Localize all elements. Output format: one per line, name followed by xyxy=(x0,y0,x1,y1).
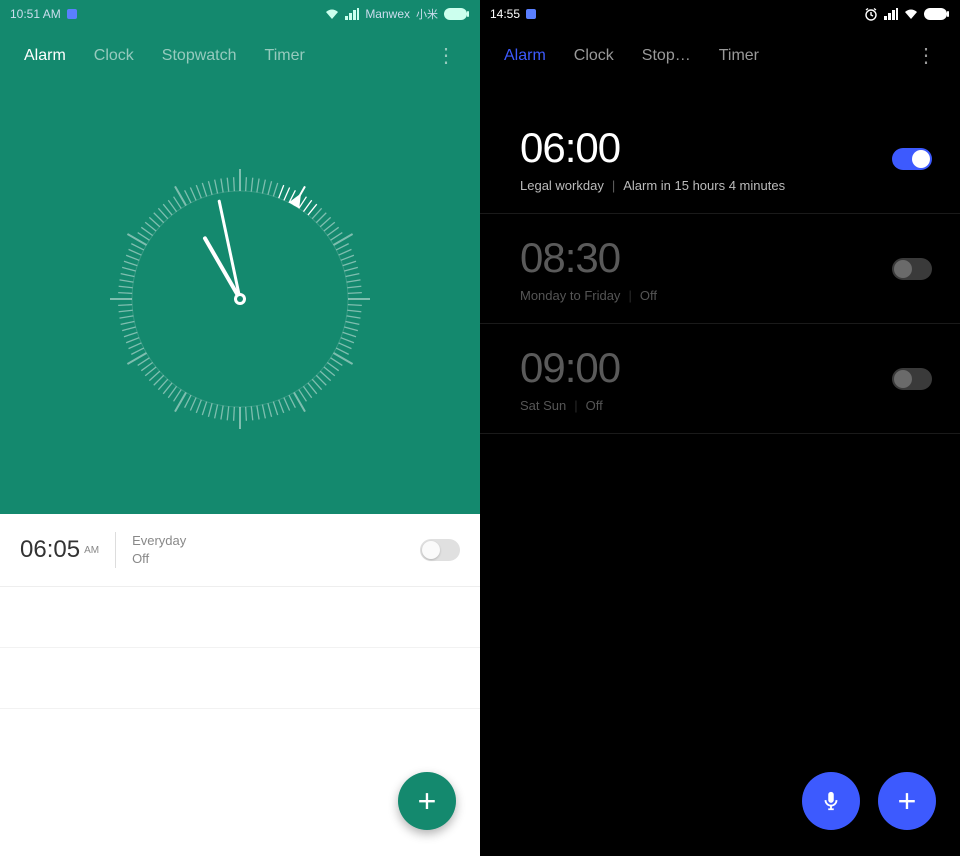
voice-button[interactable] xyxy=(802,772,860,830)
divider xyxy=(0,647,480,648)
status-time: 10:51 AM xyxy=(10,7,61,21)
alarm-status-icon xyxy=(864,7,878,21)
notification-icon xyxy=(526,9,536,19)
alarm-ampm: AM xyxy=(84,545,99,556)
alarm-detail: Alarm in 15 hours 4 minutes xyxy=(623,178,785,193)
carrier-cn-label: 小米 xyxy=(416,6,438,22)
alarm-toggle[interactable] xyxy=(892,258,932,280)
tab-timer[interactable]: Timer xyxy=(719,47,759,65)
add-alarm-button[interactable]: + xyxy=(878,772,936,830)
alarm-subtitle: Legal workday | Alarm in 15 hours 4 minu… xyxy=(520,178,892,193)
alarm-repeat: Monday to Friday xyxy=(520,288,620,303)
signal-icon xyxy=(884,8,898,20)
signal-icon xyxy=(345,8,359,20)
alarm-repeat: Legal workday xyxy=(520,178,604,193)
status-bar: 10:51 AM Manwex 小米 xyxy=(0,0,480,28)
notification-icon xyxy=(67,9,77,19)
battery-icon xyxy=(924,8,950,20)
more-icon[interactable]: ⋮ xyxy=(436,46,456,66)
status-bar: 14:55 xyxy=(480,0,960,28)
tab-clock[interactable]: Clock xyxy=(94,47,134,65)
clock-dial-area xyxy=(0,84,480,514)
alarm-state: Off xyxy=(132,550,420,568)
alarm-row[interactable]: 09:00 Sat Sun | Off xyxy=(480,324,960,434)
tab-timer[interactable]: Timer xyxy=(265,47,305,65)
tab-stopwatch[interactable]: Stopwatch xyxy=(162,47,237,65)
alarm-row[interactable]: 06:00 Legal workday | Alarm in 15 hours … xyxy=(480,84,960,214)
divider xyxy=(115,532,116,568)
tab-stopwatch[interactable]: Stop… xyxy=(642,47,691,65)
tab-clock[interactable]: Clock xyxy=(574,47,614,65)
tab-bar: Alarm Clock Stop… Timer ⋮ xyxy=(480,28,960,84)
tab-bar: Alarm Clock Stopwatch Timer ⋮ xyxy=(0,28,480,84)
carrier-label: Manwex xyxy=(365,7,410,21)
alarm-time: 06:00 xyxy=(520,124,892,172)
phone-screenshot-right: 14:55 Alarm Clock Stop… Timer ⋮ 06:00 xyxy=(480,0,960,856)
wifi-icon xyxy=(325,8,339,20)
separator: | xyxy=(574,398,577,413)
alarm-time: 09:00 xyxy=(520,344,892,392)
alarm-subtitle: Monday to Friday | Off xyxy=(520,288,892,303)
alarm-subtitle: Sat Sun | Off xyxy=(520,398,892,413)
plus-icon: + xyxy=(418,785,437,817)
alarm-toggle[interactable] xyxy=(892,368,932,390)
divider xyxy=(0,708,480,709)
alarm-row[interactable]: 06:05 AM Everyday Off xyxy=(0,514,480,587)
wifi-icon xyxy=(904,8,918,20)
alarm-description: Everyday Off xyxy=(132,532,420,568)
separator: | xyxy=(628,288,631,303)
tab-alarm[interactable]: Alarm xyxy=(24,47,66,65)
tab-alarm[interactable]: Alarm xyxy=(504,47,546,65)
alarm-repeat: Sat Sun xyxy=(520,398,566,413)
clock-face[interactable] xyxy=(90,149,390,449)
more-icon[interactable]: ⋮ xyxy=(916,46,936,66)
alarm-toggle[interactable] xyxy=(892,148,932,170)
plus-icon: + xyxy=(898,785,917,817)
battery-icon xyxy=(444,8,470,20)
add-alarm-button[interactable]: + xyxy=(398,772,456,830)
alarm-row[interactable]: 08:30 Monday to Friday | Off xyxy=(480,214,960,324)
alarm-repeat: Everyday xyxy=(132,532,420,550)
alarm-detail: Off xyxy=(586,398,603,413)
separator: | xyxy=(612,178,615,193)
alarm-toggle[interactable] xyxy=(420,539,460,561)
alarm-time: 08:30 xyxy=(520,234,892,282)
phone-screenshot-left: 10:51 AM Manwex 小米 Alarm Clock Stopwatch… xyxy=(0,0,480,856)
mic-icon xyxy=(820,790,842,812)
status-time: 14:55 xyxy=(490,7,520,21)
alarm-detail: Off xyxy=(640,288,657,303)
alarm-time: 06:05 xyxy=(20,536,80,564)
